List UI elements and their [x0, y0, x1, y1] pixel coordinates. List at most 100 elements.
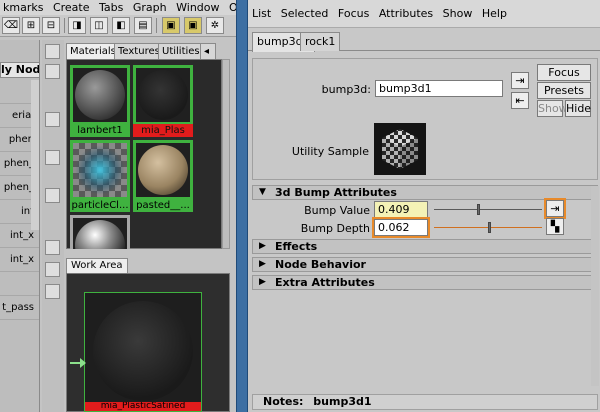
tab-utilities[interactable]: Utilities	[158, 43, 204, 60]
list-view-icon[interactable]	[45, 64, 60, 79]
swatch-label: mia_Plas	[133, 124, 193, 137]
node-name-label: bump3d:	[321, 83, 371, 96]
render-sample-icon[interactable]: ✲	[206, 17, 224, 34]
notes-bar: Notes: bump3d1	[252, 394, 598, 410]
section-extra-attributes[interactable]: ▶ Extra Attributes	[252, 275, 598, 290]
swatch-partial[interactable]	[70, 215, 130, 249]
eraser-icon[interactable]: ⌫	[2, 17, 20, 34]
work-node-label: mia_PlasticSatined	[85, 402, 201, 411]
bump-value-slider[interactable]	[434, 202, 542, 217]
in-out-connections-icon[interactable]: ◫	[90, 17, 108, 34]
tab-textures[interactable]: Textures	[114, 43, 164, 60]
bump-depth-map-icon[interactable]: ▚	[546, 218, 564, 235]
hypershade-toolbar: ⌫ ⊞ ⊟ ◨ ◫ ◧ ▤ ▣ ▣ ✲	[0, 15, 244, 37]
list-item[interactable]: int_x	[0, 248, 39, 272]
material-sphere-icon	[93, 301, 193, 401]
tab-rock1[interactable]: rock1	[300, 32, 341, 51]
large-icon[interactable]	[45, 188, 60, 203]
menu-graph[interactable]: Graph	[130, 0, 170, 15]
menu-window[interactable]: Window	[173, 0, 222, 15]
output-connections-icon[interactable]: ◧	[112, 17, 130, 34]
material-sphere-icon	[75, 70, 125, 120]
clear-graph-icon[interactable]: ▤	[134, 17, 152, 34]
tab-materials[interactable]: Materials	[66, 43, 120, 60]
work-area-node[interactable]: mia_PlasticSatined	[84, 292, 202, 412]
material-sphere-icon	[138, 145, 188, 195]
menu-help[interactable]: Help	[479, 0, 510, 28]
bump-value-map-icon[interactable]: ⇥	[544, 198, 566, 219]
notes-label: Notes:	[263, 395, 304, 408]
medium-icon[interactable]	[45, 150, 60, 165]
hypershade-window: kmarks Create Tabs Graph Window Options …	[0, 0, 244, 412]
menu-focus[interactable]: Focus	[335, 0, 372, 28]
menu-bookmarks[interactable]: kmarks	[0, 0, 46, 15]
graph-materials-icon[interactable]: ⊞	[22, 17, 40, 34]
bump-value-field[interactable]: 0.409	[374, 201, 428, 218]
menu-show[interactable]: Show	[440, 0, 476, 28]
node-list-panel: ly Nodes erial phen phen_ phen_ int int_…	[0, 40, 40, 412]
bump-depth-label: Bump Depth	[300, 222, 370, 235]
bump-value-slider-handle[interactable]	[477, 204, 480, 215]
attribute-editor: List Selected Focus Attributes Show Help…	[248, 0, 600, 412]
sort-name-icon[interactable]	[45, 240, 60, 255]
attribute-editor-menubar: List Selected Focus Attributes Show Help	[248, 0, 600, 28]
swatch-mia-plastic[interactable]: mia_Plas	[133, 65, 193, 137]
show-button[interactable]: Show	[537, 100, 568, 117]
layout-top-icon[interactable]: ▣	[162, 17, 180, 34]
menu-create[interactable]: Create	[50, 0, 93, 15]
list-item[interactable]	[0, 272, 39, 296]
hypershade-menubar: kmarks Create Tabs Graph Window Options …	[0, 0, 244, 15]
menu-attributes[interactable]: Attributes	[376, 0, 436, 28]
section-effects[interactable]: ▶ Effects	[252, 239, 598, 254]
swatch-particlecloud[interactable]: particleCl...	[70, 140, 130, 212]
attribute-editor-scrollbar[interactable]	[591, 186, 599, 386]
small-icon[interactable]	[45, 112, 60, 127]
focus-button[interactable]: Focus	[537, 64, 591, 81]
materials-grid: lambert1 mia_Plas particleCl... pasted__…	[66, 59, 222, 249]
tab-scroll-icon[interactable]: ◂	[200, 43, 216, 60]
material-sphere-icon	[75, 145, 125, 195]
bump-value-label: Bump Value	[304, 204, 370, 217]
window-splitter[interactable]	[236, 0, 248, 412]
presets-button[interactable]: Presets	[537, 82, 591, 99]
sort-time-icon[interactable]	[45, 284, 60, 299]
swatch-lambert1[interactable]: lambert1	[70, 65, 130, 137]
materials-tab-bar: Materials Textures Utilities ◂	[66, 43, 230, 60]
menu-tabs[interactable]: Tabs	[96, 0, 126, 15]
utility-sample-label: Utility Sample	[291, 145, 369, 158]
section-3d-bump-attributes[interactable]: ▼ 3d Bump Attributes	[252, 185, 598, 200]
bump-depth-slider-handle[interactable]	[488, 222, 491, 233]
bump-depth-slider[interactable]	[434, 220, 542, 235]
node-list-scrollbar[interactable]	[31, 80, 39, 230]
tab-work-area[interactable]: Work Area	[66, 258, 128, 274]
notes-value: bump3d1	[313, 395, 372, 408]
collapse-triangle-icon: ▼	[259, 187, 266, 197]
swatch-pasted[interactable]: pasted__...	[133, 140, 193, 212]
list-item[interactable]: t_pass	[0, 296, 39, 320]
expand-triangle-icon: ▶	[259, 259, 266, 269]
swatch-label: particleCl...	[71, 200, 129, 211]
input-connections-icon[interactable]: ◨	[68, 17, 86, 34]
input-connection-icon[interactable]: ⇥	[511, 72, 529, 89]
output-connection-icon[interactable]: ⇤	[511, 92, 529, 109]
materials-scrollbar[interactable]	[222, 59, 230, 249]
node-list-header: ly Nodes	[0, 62, 40, 78]
node-name-field[interactable]: bump3d1	[375, 80, 503, 97]
hide-button[interactable]: Hide	[565, 100, 591, 117]
swatch-label: lambert1	[77, 125, 123, 136]
graph-network-icon[interactable]: ⊟	[42, 17, 60, 34]
section-node-behavior[interactable]: ▶ Node Behavior	[252, 257, 598, 272]
connection-arrow-icon	[70, 358, 86, 368]
expand-triangle-icon: ▶	[259, 277, 266, 287]
sort-type-icon[interactable]	[45, 262, 60, 277]
menu-selected[interactable]: Selected	[278, 0, 332, 28]
bump-depth-field[interactable]: 0.062	[372, 217, 430, 238]
utility-sample-swatch	[374, 123, 426, 175]
material-sphere-icon	[138, 70, 188, 120]
material-sphere-icon	[75, 220, 125, 249]
icon-view-icon[interactable]	[45, 44, 60, 59]
swatch-label: pasted__...	[136, 200, 190, 211]
menu-list[interactable]: List	[248, 0, 274, 28]
node-header-block: bump3d: bump3d1 ⇥ ⇤ Focus Presets Show H…	[252, 58, 598, 180]
layout-bottom-icon[interactable]: ▣	[184, 17, 202, 34]
